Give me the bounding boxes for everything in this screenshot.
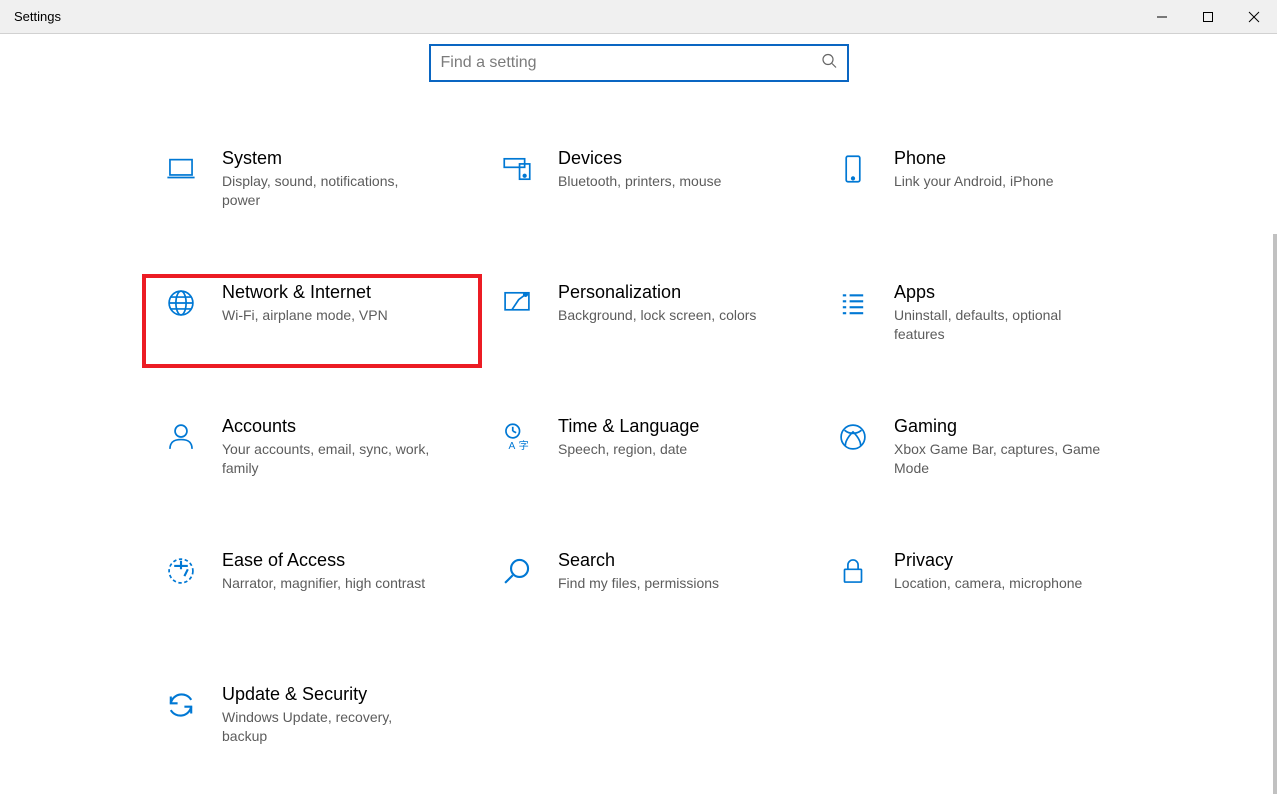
tile-desc: Bluetooth, printers, mouse	[558, 172, 721, 191]
tile-title: Accounts	[222, 416, 432, 437]
tile-title: Time & Language	[558, 416, 699, 437]
tile-desc: Speech, region, date	[558, 440, 699, 459]
tile-title: Ease of Access	[222, 550, 425, 571]
tile-desc: Background, lock screen, colors	[558, 306, 756, 325]
person-icon	[162, 418, 200, 456]
tile-personalization[interactable]: Personalization Background, lock screen,…	[480, 276, 816, 366]
paintbrush-icon	[498, 284, 536, 322]
tile-desc: Link your Android, iPhone	[894, 172, 1054, 191]
search-container	[0, 44, 1277, 82]
search-box[interactable]	[429, 44, 849, 82]
tile-search[interactable]: Search Find my files, permissions	[480, 544, 816, 634]
tile-desc: Uninstall, defaults, optional features	[894, 306, 1104, 344]
scrollbar[interactable]	[1273, 234, 1277, 794]
tile-phone[interactable]: Phone Link your Android, iPhone	[816, 142, 1152, 232]
tile-desc: Find my files, permissions	[558, 574, 719, 593]
tile-title: Privacy	[894, 550, 1082, 571]
magnifier-icon	[498, 552, 536, 590]
tile-desc: Location, camera, microphone	[894, 574, 1082, 593]
tile-title: Devices	[558, 148, 721, 169]
svg-text:A: A	[509, 441, 516, 452]
tile-update-security[interactable]: Update & Security Windows Update, recove…	[144, 678, 480, 768]
minimize-button[interactable]	[1139, 0, 1185, 33]
laptop-icon	[162, 150, 200, 188]
tile-gaming[interactable]: Gaming Xbox Game Bar, captures, Game Mod…	[816, 410, 1152, 500]
tile-desc: Wi-Fi, airplane mode, VPN	[222, 306, 388, 325]
tile-desc: Narrator, magnifier, high contrast	[222, 574, 425, 593]
lock-icon	[834, 552, 872, 590]
window-controls	[1139, 0, 1277, 33]
tile-accounts[interactable]: Accounts Your accounts, email, sync, wor…	[144, 410, 480, 500]
tile-title: Search	[558, 550, 719, 571]
tile-system[interactable]: System Display, sound, notifications, po…	[144, 142, 480, 232]
settings-grid: System Display, sound, notifications, po…	[144, 142, 1274, 768]
xbox-icon	[834, 418, 872, 456]
window-title: Settings	[14, 9, 61, 24]
ease-of-access-icon	[162, 552, 200, 590]
time-language-icon: A 字	[498, 418, 536, 456]
close-button[interactable]	[1231, 0, 1277, 33]
tile-network[interactable]: Network & Internet Wi-Fi, airplane mode,…	[144, 276, 480, 366]
sync-icon	[162, 686, 200, 724]
maximize-button[interactable]	[1185, 0, 1231, 33]
tile-title: Phone	[894, 148, 1054, 169]
search-icon	[821, 53, 837, 74]
tile-desc: Your accounts, email, sync, work, family	[222, 440, 432, 478]
tile-title: Update & Security	[222, 684, 432, 705]
svg-text:字: 字	[519, 439, 529, 452]
tile-title: Network & Internet	[222, 282, 388, 303]
devices-icon	[498, 150, 536, 188]
tile-desc: Xbox Game Bar, captures, Game Mode	[894, 440, 1104, 478]
tile-devices[interactable]: Devices Bluetooth, printers, mouse	[480, 142, 816, 232]
tile-desc: Windows Update, recovery, backup	[222, 708, 432, 746]
tile-title: Personalization	[558, 282, 756, 303]
tile-ease-of-access[interactable]: Ease of Access Narrator, magnifier, high…	[144, 544, 480, 634]
tile-desc: Display, sound, notifications, power	[222, 172, 432, 210]
tile-privacy[interactable]: Privacy Location, camera, microphone	[816, 544, 1152, 634]
search-input[interactable]	[441, 54, 837, 72]
tile-title: Apps	[894, 282, 1104, 303]
titlebar: Settings	[0, 0, 1277, 34]
phone-icon	[834, 150, 872, 188]
tile-title: System	[222, 148, 432, 169]
tile-title: Gaming	[894, 416, 1104, 437]
tile-time-language[interactable]: A 字 Time & Language Speech, region, date	[480, 410, 816, 500]
apps-list-icon	[834, 284, 872, 322]
globe-icon	[162, 284, 200, 322]
tile-apps[interactable]: Apps Uninstall, defaults, optional featu…	[816, 276, 1152, 366]
content: System Display, sound, notifications, po…	[0, 34, 1277, 768]
